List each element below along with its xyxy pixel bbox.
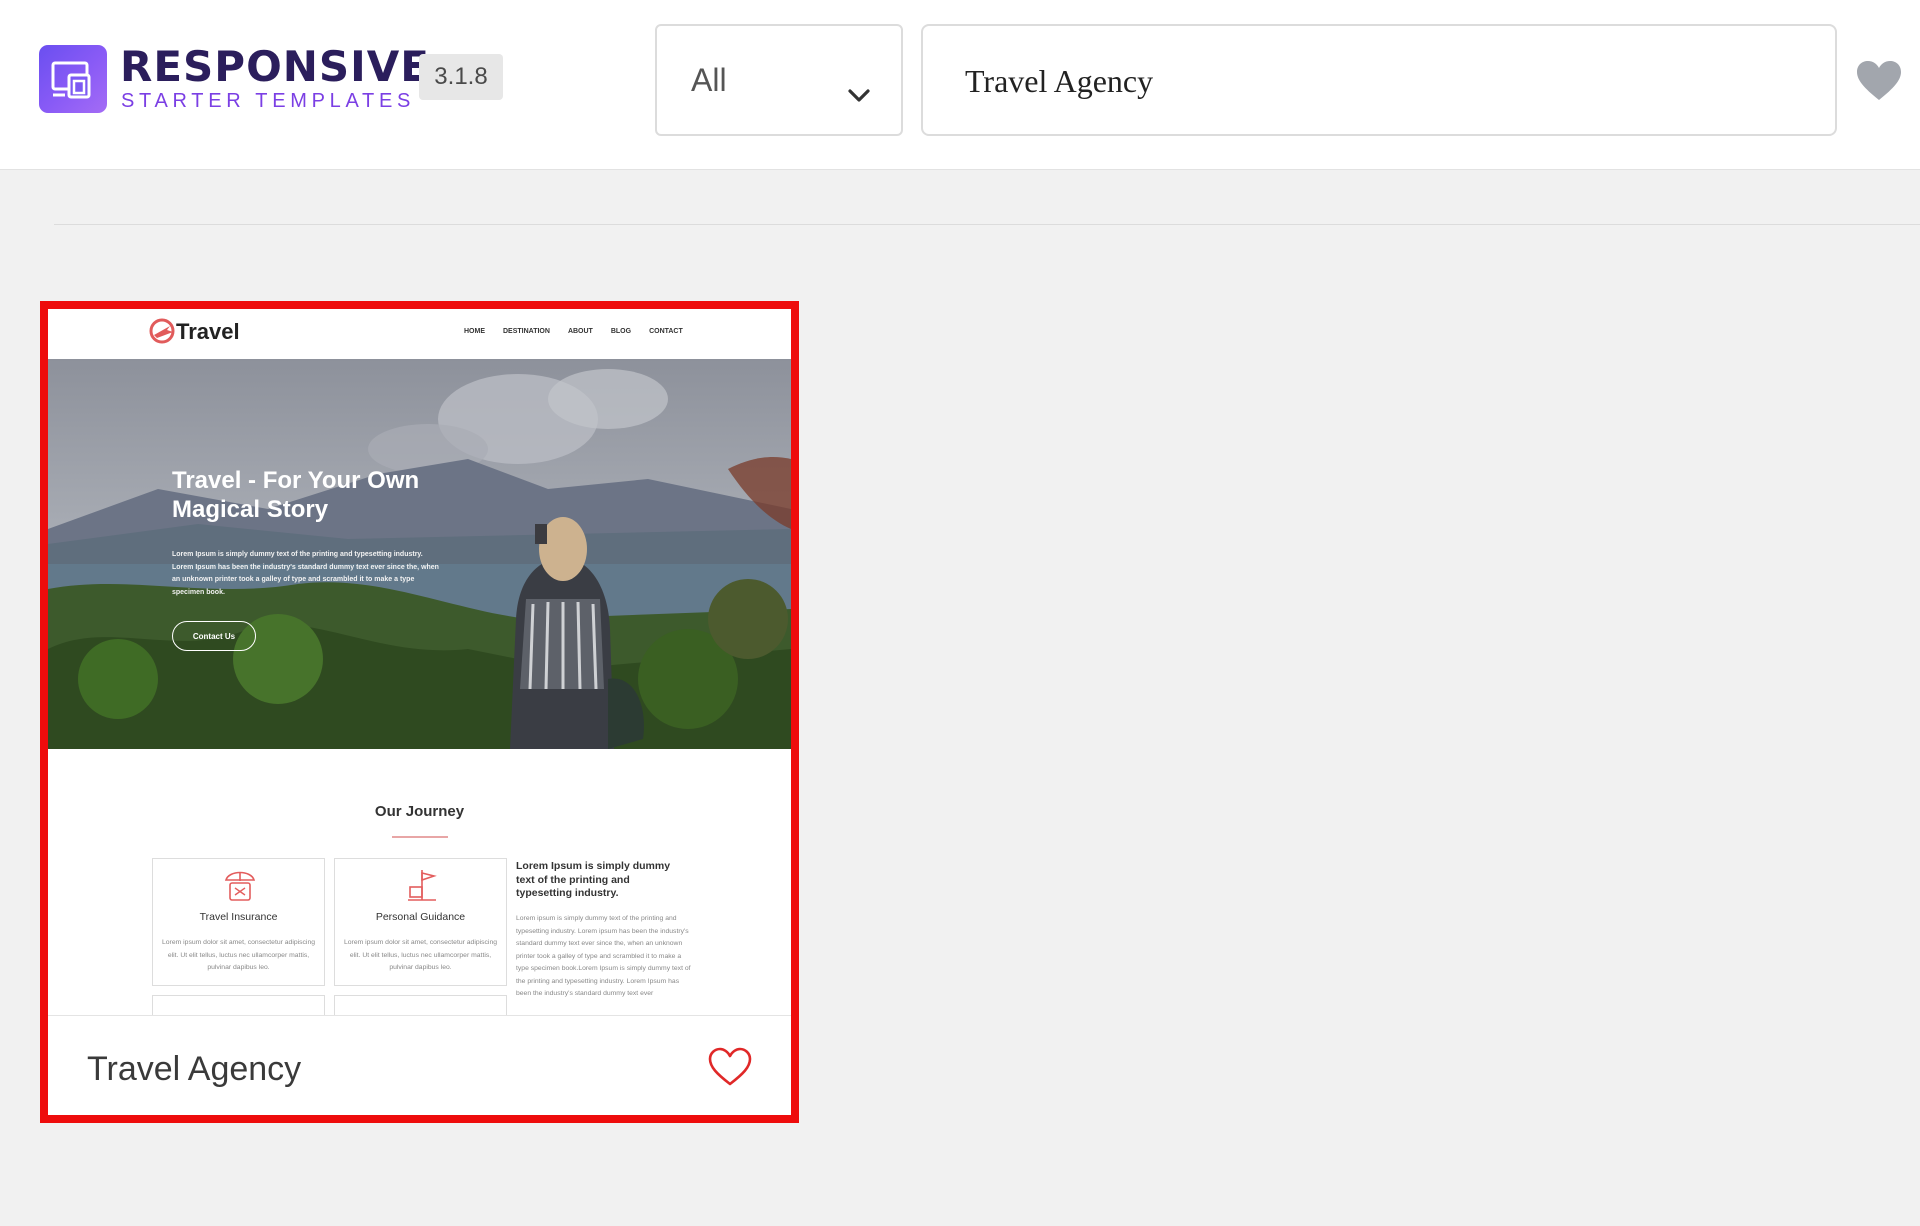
brand-subtitle: STARTER TEMPLATES	[121, 90, 416, 112]
preview-menu: HOME DESTINATION ABOUT BLOG CONTACT	[464, 328, 701, 335]
template-title: Travel Agency	[87, 1050, 302, 1088]
preview-site-nav: Travel HOME DESTINATION ABOUT BLOG CONTA…	[48, 309, 791, 359]
brand-logo[interactable]	[39, 45, 107, 113]
app-header: RESPONSIVE STARTER TEMPLATES 3.1.8 All	[0, 0, 1920, 170]
preview-service-text: Lorem ipsum dolor sit amet, consectetur …	[344, 939, 497, 971]
responsive-devices-icon	[51, 61, 91, 99]
preview-menu-item: CONTACT	[649, 328, 683, 335]
preview-service-title: Travel Insurance	[199, 911, 278, 923]
preview-side-title: Lorem Ipsum is simply dummy text of the …	[516, 860, 671, 899]
preview-menu-item: HOME	[464, 328, 485, 335]
umbrella-luggage-icon	[224, 871, 256, 901]
template-card-footer: Travel Agency	[48, 1015, 791, 1115]
preview-service-title: Personal Guidance	[375, 911, 466, 923]
heart-outline-icon[interactable]	[708, 1047, 752, 1087]
preview-menu-item: ABOUT	[567, 328, 593, 335]
version-badge: 3.1.8	[419, 54, 503, 100]
signpost-icon	[408, 870, 437, 901]
preview-site-logo: Travel	[176, 319, 240, 344]
preview-hero: Travel - For Your Own Magical Story Lore…	[48, 359, 791, 749]
preview-section-underline	[392, 836, 448, 838]
preview-section-title: Our Journey	[374, 803, 465, 820]
travel-logo-icon	[149, 318, 175, 344]
search-field[interactable]	[921, 24, 1837, 136]
preview-service-text: Lorem ipsum dolor sit amet, consectetur …	[162, 939, 315, 971]
preview-service-card-partial	[334, 995, 507, 1015]
filter-value: All	[691, 62, 727, 98]
template-card[interactable]: Travel HOME DESTINATION ABOUT BLOG CONTA…	[40, 301, 799, 1123]
template-preview[interactable]: Travel HOME DESTINATION ABOUT BLOG CONTA…	[48, 309, 791, 1015]
preview-menu-item: BLOG	[610, 328, 632, 335]
preview-hero-text: Lorem Ipsum is simply dummy text of the …	[172, 551, 439, 596]
brand-title: RESPONSIVE	[120, 42, 430, 91]
content-divider	[54, 224, 1920, 225]
preview-contact-button: Contact Us	[172, 621, 256, 651]
preview-side-text: Lorem ipsum is simply dummy text of the …	[516, 915, 691, 997]
preview-menu-item: DESTINATION	[503, 328, 550, 335]
category-filter-select[interactable]: All	[655, 24, 903, 136]
preview-service-card-partial	[152, 995, 325, 1015]
preview-service-card: Travel Insurance Lorem ipsum dolor sit a…	[152, 858, 325, 986]
favorites-filter-heart-icon[interactable]	[1856, 60, 1902, 102]
search-input[interactable]	[965, 56, 1785, 106]
chevron-down-icon	[848, 89, 870, 102]
preview-hero-title: Travel - For Your Own Magical Story	[172, 467, 420, 523]
preview-service-card: Personal Guidance Lorem ipsum dolor sit …	[334, 858, 507, 986]
